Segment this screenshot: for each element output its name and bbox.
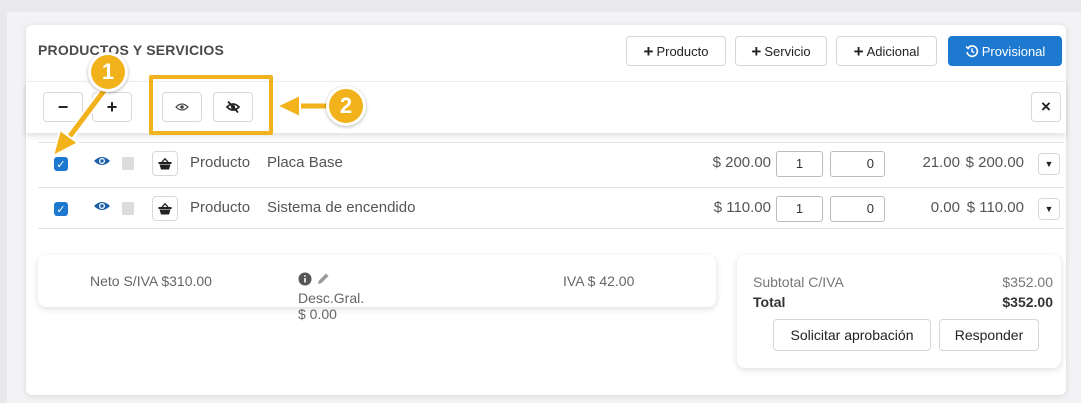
callout-badge-2: 2 [326,86,366,126]
annotation-arrows [51,83,348,158]
callout-badge-1: 1 [88,52,128,92]
